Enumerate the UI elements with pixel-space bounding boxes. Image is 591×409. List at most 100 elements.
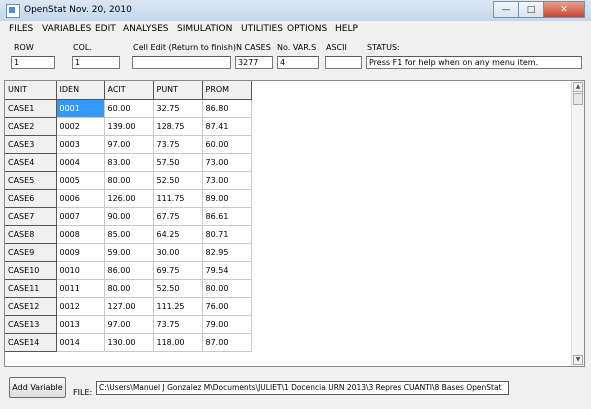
table-cell[interactable]: 97.00 <box>104 315 154 334</box>
table-cell[interactable]: 79.54 <box>202 261 252 280</box>
table-cell[interactable]: 69.75 <box>153 261 203 280</box>
header-iden[interactable]: IDEN <box>56 81 105 100</box>
table-cell[interactable]: 32.75 <box>153 99 203 118</box>
table-cell[interactable]: 73.75 <box>153 315 203 334</box>
table-cell[interactable]: 90.00 <box>104 207 154 226</box>
table-cell[interactable]: 0014 <box>56 333 105 352</box>
row-label-cell[interactable]: CASE12 <box>5 297 57 316</box>
table-cell[interactable]: 64.25 <box>153 225 203 244</box>
scroll-up-icon[interactable]: ▲ <box>573 82 583 92</box>
add-variable-button[interactable]: Add Variable <box>9 377 66 398</box>
close-button[interactable]: ✕ <box>543 1 585 18</box>
table-cell[interactable]: 0003 <box>56 135 105 154</box>
table-cell[interactable]: 128.75 <box>153 117 203 136</box>
table-cell[interactable]: 126.00 <box>104 189 154 208</box>
table-cell[interactable]: 86.61 <box>202 207 252 226</box>
menu-edit[interactable]: EDIT <box>95 24 116 34</box>
table-cell[interactable]: 0009 <box>56 243 105 262</box>
table-cell[interactable]: 89.00 <box>202 189 252 208</box>
header-prom[interactable]: PROM <box>202 81 252 100</box>
table-cell[interactable]: 0005 <box>56 171 105 190</box>
table-cell[interactable]: 73.75 <box>153 135 203 154</box>
row-label-cell[interactable]: CASE8 <box>5 225 57 244</box>
table-cell[interactable]: 57.50 <box>153 153 203 172</box>
data-grid[interactable]: UNIT IDEN ACIT PUNT PROM CASE1 0001 60.00 3… <box>4 80 585 367</box>
table-cell[interactable]: 83.00 <box>104 153 154 172</box>
no-vars-field: 4 <box>277 56 319 69</box>
table-cell[interactable]: 111.75 <box>153 189 203 208</box>
table-cell[interactable]: 86.80 <box>202 99 252 118</box>
table-cell[interactable]: 30.00 <box>153 243 203 262</box>
table-cell[interactable]: 0013 <box>56 315 105 334</box>
table-cell[interactable]: 0001 <box>56 99 105 118</box>
table-cell[interactable]: 118.00 <box>153 333 203 352</box>
table-header-row: UNIT IDEN ACIT PUNT PROM <box>5 81 252 100</box>
menu-utilities[interactable]: UTILITIES <box>241 24 283 34</box>
table-cell[interactable]: 130.00 <box>104 333 154 352</box>
maximize-button[interactable]: □ <box>518 1 544 18</box>
table-cell[interactable]: 127.00 <box>104 297 154 316</box>
table-cell[interactable]: 52.50 <box>153 171 203 190</box>
table-cell[interactable]: 139.00 <box>104 117 154 136</box>
row-label: ROW <box>14 43 34 52</box>
table-cell[interactable]: 0004 <box>56 153 105 172</box>
menu-options[interactable]: OPTIONS <box>287 24 327 34</box>
ascii-field[interactable] <box>325 56 362 69</box>
row-label-cell[interactable]: CASE2 <box>5 117 57 136</box>
row-label-cell[interactable]: CASE9 <box>5 243 57 262</box>
scroll-thumb[interactable] <box>573 93 583 105</box>
header-unit[interactable]: UNIT <box>5 81 57 100</box>
row-label-cell[interactable]: CASE6 <box>5 189 57 208</box>
vertical-scrollbar[interactable]: ▲ ▼ <box>571 81 584 366</box>
table-cell[interactable]: 0006 <box>56 189 105 208</box>
row-label-cell[interactable]: CASE7 <box>5 207 57 226</box>
table-cell[interactable]: 80.00 <box>104 279 154 298</box>
table-cell[interactable]: 86.00 <box>104 261 154 280</box>
table-cell[interactable]: 80.00 <box>104 171 154 190</box>
row-label-cell[interactable]: CASE10 <box>5 261 57 280</box>
row-label-cell[interactable]: CASE14 <box>5 333 57 352</box>
table-cell[interactable]: 87.41 <box>202 117 252 136</box>
menu-help[interactable]: HELP <box>335 24 358 34</box>
row-label-cell[interactable]: CASE1 <box>5 99 57 118</box>
table-cell[interactable]: 111.25 <box>153 297 203 316</box>
menu-simulation[interactable]: SIMULATION <box>177 24 232 34</box>
table-cell[interactable]: 80.00 <box>202 279 252 298</box>
table-cell[interactable]: 0011 <box>56 279 105 298</box>
table-cell[interactable]: 60.00 <box>104 99 154 118</box>
table-cell[interactable]: 0002 <box>56 117 105 136</box>
table-cell[interactable]: 0008 <box>56 225 105 244</box>
row-label-cell[interactable]: CASE3 <box>5 135 57 154</box>
table-cell[interactable]: 79.00 <box>202 315 252 334</box>
row-label-cell[interactable]: CASE5 <box>5 171 57 190</box>
table-cell[interactable]: 87.00 <box>202 333 252 352</box>
row-label-cell[interactable]: CASE13 <box>5 315 57 334</box>
minimize-button[interactable]: — <box>493 1 519 18</box>
table-row: CASE1 0001 60.00 32.75 86.80 <box>5 99 252 118</box>
table-cell[interactable]: 60.00 <box>202 135 252 154</box>
table-cell[interactable]: 0010 <box>56 261 105 280</box>
table-cell[interactable]: 85.00 <box>104 225 154 244</box>
table-cell[interactable]: 73.00 <box>202 171 252 190</box>
menu-variables[interactable]: VARIABLES <box>42 24 91 34</box>
table-cell[interactable]: 76.00 <box>202 297 252 316</box>
header-acit[interactable]: ACIT <box>104 81 154 100</box>
cell-edit-field[interactable] <box>132 56 231 69</box>
header-punt[interactable]: PUNT <box>153 81 203 100</box>
table-cell[interactable]: 0007 <box>56 207 105 226</box>
table-cell[interactable]: 97.00 <box>104 135 154 154</box>
table-cell[interactable]: 82.95 <box>202 243 252 262</box>
row-label-cell[interactable]: CASE4 <box>5 153 57 172</box>
table-cell[interactable]: 67.75 <box>153 207 203 226</box>
table-cell[interactable]: 0012 <box>56 297 105 316</box>
scroll-down-icon[interactable]: ▼ <box>573 355 583 365</box>
table-cell[interactable]: 73.00 <box>202 153 252 172</box>
row-field[interactable]: 1 <box>11 56 55 69</box>
menu-files[interactable]: FILES <box>9 24 33 34</box>
table-cell[interactable]: 59.00 <box>104 243 154 262</box>
menu-analyses[interactable]: ANALYSES <box>123 24 168 34</box>
col-field[interactable]: 1 <box>72 56 120 69</box>
row-label-cell[interactable]: CASE11 <box>5 279 57 298</box>
table-cell[interactable]: 80.71 <box>202 225 252 244</box>
table-cell[interactable]: 52.50 <box>153 279 203 298</box>
